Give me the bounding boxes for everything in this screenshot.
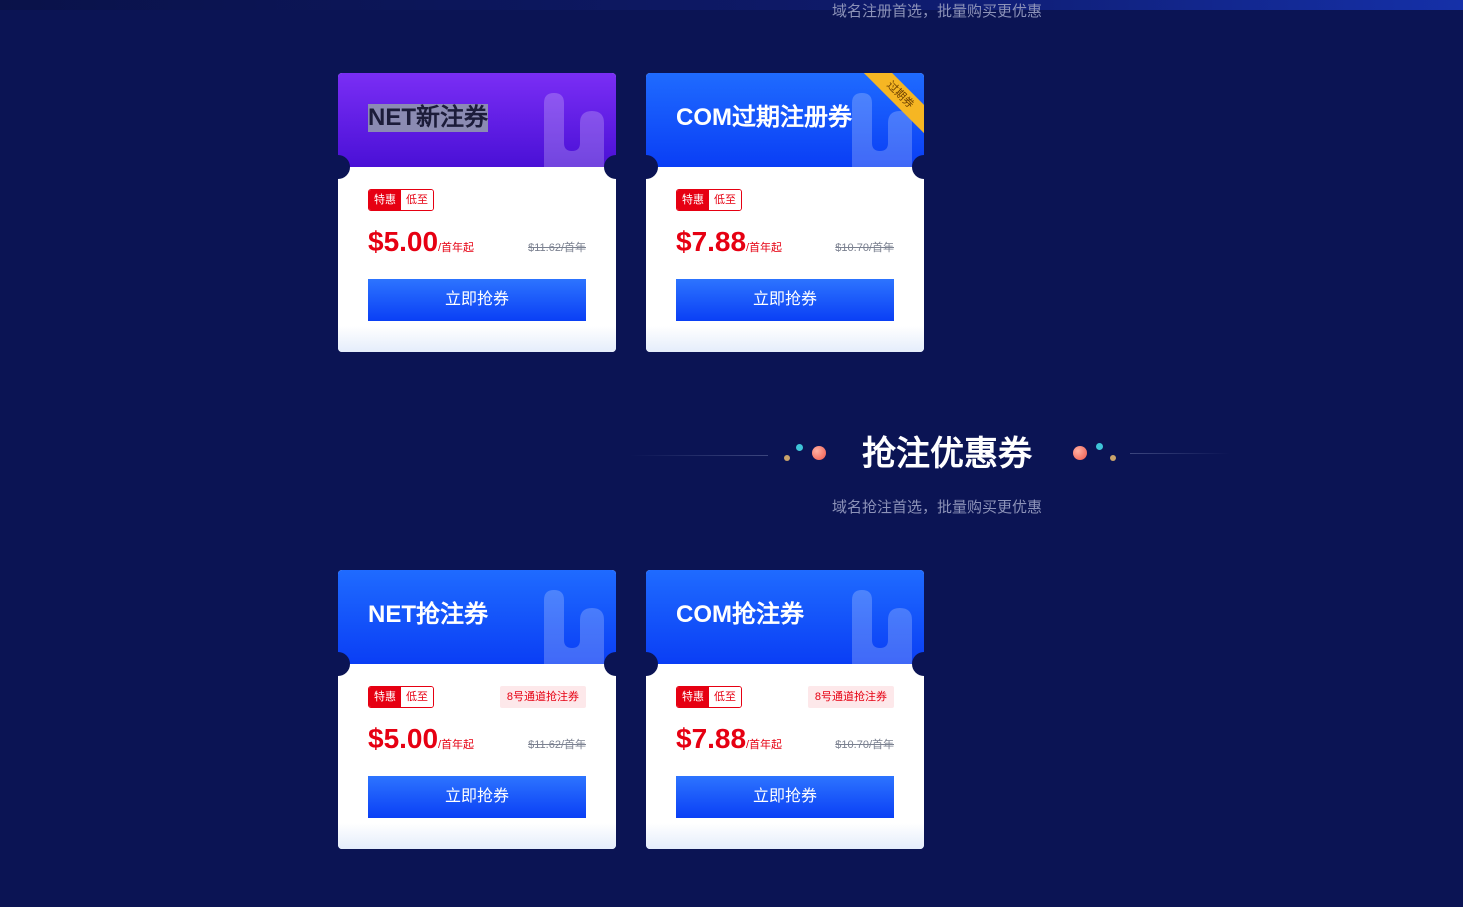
- tag-special: 特惠: [369, 687, 401, 707]
- price-unit: /首年起: [746, 739, 783, 751]
- grab-coupon-button[interactable]: 立即抢券: [676, 776, 894, 818]
- card-body: 特惠 低至 8号通道抢注券 $5.00 /首年起 $11.62/首年 立即抢券: [338, 664, 616, 849]
- coupon-card-com-snap: COM抢注券 特惠 低至 8号通道抢注券 $7.88 /首年起 $10.70/首…: [646, 570, 924, 849]
- channel-badge: 8号通道抢注券: [807, 686, 894, 708]
- price-row: $7.88 /首年起 $10.70/首年: [676, 720, 894, 760]
- decorative-wave-icon: [544, 590, 604, 664]
- price-row: $7.88 /首年起 $10.70/首年: [676, 223, 894, 263]
- decor-dot: [784, 455, 790, 461]
- tag-lowest: 低至: [401, 190, 433, 210]
- original-price: $10.70/首年: [835, 739, 894, 751]
- divider-line: [1130, 453, 1230, 454]
- price: $5.00: [368, 723, 439, 754]
- card-title: NET抢注券: [368, 601, 488, 628]
- card-title: COM抢注券: [676, 601, 804, 628]
- discount-tag: 特惠 低至: [676, 686, 742, 708]
- discount-tag: 特惠 低至: [676, 189, 742, 211]
- snap-section-heading: 抢注优惠券: [630, 430, 1230, 480]
- card-body: 特惠 低至 $7.88 /首年起 $10.70/首年 立即抢券: [646, 167, 924, 352]
- decor-dot: [1096, 443, 1103, 450]
- decor-dot: [812, 446, 826, 460]
- price-row: $5.00 /首年起 $11.62/首年: [368, 720, 586, 760]
- decor-dot: [796, 444, 803, 451]
- decorative-wave-icon: [544, 93, 604, 167]
- section-subtitle: 域名抢注首选，批量购买更优惠: [832, 499, 1043, 516]
- price-unit: /首年起: [438, 739, 475, 751]
- price-unit: /首年起: [746, 242, 783, 254]
- grab-coupon-button[interactable]: 立即抢券: [368, 279, 586, 321]
- card-body: 特惠 低至 $5.00 /首年起 $11.62/首年 立即抢券: [338, 167, 616, 352]
- price: $7.88: [676, 723, 747, 754]
- register-section-subtitle: 域名注册首选，批量购买更优惠: [832, 3, 1043, 20]
- tag-special: 特惠: [369, 190, 401, 210]
- card-title: NET新注券: [368, 104, 488, 132]
- price-unit: /首年起: [438, 242, 475, 254]
- card-title: COM过期注册券: [676, 104, 852, 131]
- tag-special: 特惠: [677, 687, 709, 707]
- grab-coupon-button[interactable]: 立即抢券: [368, 776, 586, 818]
- discount-tag: 特惠 低至: [368, 686, 434, 708]
- top-strip: [0, 0, 1463, 10]
- decor-dot: [1110, 455, 1116, 461]
- divider-line: [630, 455, 768, 456]
- price-row: $5.00 /首年起 $11.62/首年: [368, 223, 586, 263]
- decor-dot: [1073, 446, 1087, 460]
- section-title: 抢注优惠券: [862, 435, 1032, 473]
- price: $7.88: [676, 226, 747, 257]
- card-body: 特惠 低至 8号通道抢注券 $7.88 /首年起 $10.70/首年 立即抢券: [646, 664, 924, 849]
- original-price: $11.62/首年: [528, 242, 586, 254]
- coupon-card-com-expired: COM过期注册券 过期券 特惠 低至 $7.88 /首年起 $10.70/首年 …: [646, 73, 924, 352]
- card-header: COM过期注册券 过期券: [646, 73, 924, 167]
- tag-lowest: 低至: [709, 190, 741, 210]
- tag-special: 特惠: [677, 190, 709, 210]
- card-header: NET新注券: [338, 73, 616, 167]
- card-header: NET抢注券: [338, 570, 616, 664]
- original-price: $11.62/首年: [528, 739, 586, 751]
- card-header: COM抢注券: [646, 570, 924, 664]
- channel-badge: 8号通道抢注券: [499, 686, 586, 708]
- original-price: $10.70/首年: [835, 242, 894, 254]
- coupon-card-net-register: NET新注券 特惠 低至 $5.00 /首年起 $11.62/首年 立即抢券: [338, 73, 616, 352]
- price: $5.00: [368, 226, 439, 257]
- decorative-wave-icon: [852, 590, 912, 664]
- coupon-card-net-snap: NET抢注券 特惠 低至 8号通道抢注券 $5.00 /首年起 $11.62/首…: [338, 570, 616, 849]
- discount-tag: 特惠 低至: [368, 189, 434, 211]
- grab-coupon-button[interactable]: 立即抢券: [676, 279, 894, 321]
- tag-lowest: 低至: [401, 687, 433, 707]
- tag-lowest: 低至: [709, 687, 741, 707]
